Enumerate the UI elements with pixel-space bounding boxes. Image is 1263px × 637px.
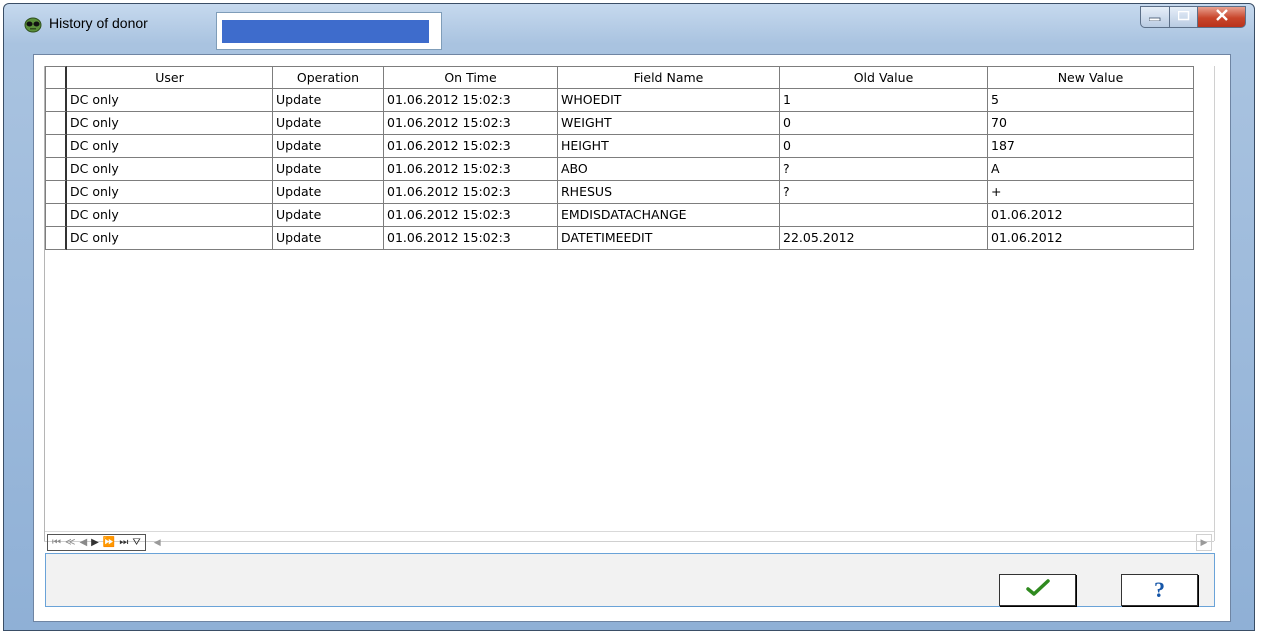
history-grid[interactable]: User Operation On Time Field Name Old Va… bbox=[45, 66, 1194, 250]
ok-button[interactable] bbox=[999, 574, 1076, 606]
prior-record-icon[interactable]: ◀ bbox=[79, 535, 87, 550]
cell-on-time[interactable]: 01.06.2012 15:02:3 bbox=[384, 227, 558, 250]
cell-user[interactable]: DC only bbox=[67, 135, 273, 158]
window-title: History of donor bbox=[49, 15, 148, 31]
cell-operation[interactable]: Update bbox=[273, 204, 384, 227]
close-button[interactable] bbox=[1198, 6, 1246, 28]
checkmark-icon bbox=[1025, 578, 1050, 602]
cell-old-value[interactable]: 0 bbox=[780, 112, 988, 135]
cell-on-time[interactable]: 01.06.2012 15:02:3 bbox=[384, 112, 558, 135]
maximize-icon bbox=[1177, 8, 1190, 26]
cell-new-value[interactable]: 70 bbox=[988, 112, 1194, 135]
cell-new-value[interactable]: 187 bbox=[988, 135, 1194, 158]
cell-field-name[interactable]: RHESUS bbox=[558, 181, 780, 204]
grid-navigator: ⏮ ≪ ◀ ▶ ⏩ ⏭ ⛛ ◀ ▶ bbox=[45, 531, 1214, 552]
cell-old-value[interactable]: ? bbox=[780, 181, 988, 204]
cell-on-time[interactable]: 01.06.2012 15:02:3 bbox=[384, 89, 558, 112]
minimize-button[interactable] bbox=[1140, 6, 1170, 28]
column-header-old-value[interactable]: Old Value bbox=[780, 66, 988, 89]
cell-user[interactable]: DC only bbox=[67, 204, 273, 227]
cell-field-name[interactable]: HEIGHT bbox=[558, 135, 780, 158]
cell-old-value[interactable]: 1 bbox=[780, 89, 988, 112]
cell-field-name[interactable]: EMDISDATACHANGE bbox=[558, 204, 780, 227]
prior-page-icon[interactable]: ≪ bbox=[65, 535, 75, 550]
cell-operation[interactable]: Update bbox=[273, 181, 384, 204]
grid-body: DC only Update 01.06.2012 15:02:3 WHOEDIT 1 5… bbox=[45, 89, 1194, 250]
row-indicator[interactable] bbox=[45, 204, 67, 227]
alien-face-icon bbox=[24, 16, 42, 34]
donor-id-redacted bbox=[222, 20, 429, 43]
row-indicator[interactable] bbox=[45, 112, 67, 135]
cell-on-time[interactable]: 01.06.2012 15:02:3 bbox=[384, 204, 558, 227]
table-row[interactable]: DC only Update 01.06.2012 15:02:3 ABO? A bbox=[45, 158, 1194, 181]
row-indicator[interactable] bbox=[45, 158, 67, 181]
cell-field-name[interactable]: WEIGHT bbox=[558, 112, 780, 135]
minimize-icon bbox=[1148, 8, 1161, 26]
cell-user[interactable]: DC only bbox=[67, 181, 273, 204]
cell-operation[interactable]: Update bbox=[273, 89, 384, 112]
cell-new-value[interactable]: A bbox=[988, 158, 1194, 181]
bottom-panel: ? bbox=[45, 553, 1215, 607]
row-indicator[interactable] bbox=[45, 135, 67, 158]
cell-new-value[interactable]: 01.06.2012 bbox=[988, 227, 1194, 250]
column-header-field-name[interactable]: Field Name bbox=[558, 66, 780, 89]
filter-icon[interactable]: ⛛ bbox=[132, 535, 140, 550]
table-row[interactable]: DC only Update 01.06.2012 15:02:3 WEIGHT 0 70 bbox=[45, 112, 1194, 135]
next-record-icon[interactable]: ▶ bbox=[91, 535, 99, 550]
help-icon: ? bbox=[1154, 577, 1165, 602]
cell-user[interactable]: DC only bbox=[67, 89, 273, 112]
column-header-on-time[interactable]: On Time bbox=[384, 66, 558, 89]
cell-field-name[interactable]: DATETIMEEDIT bbox=[558, 227, 780, 250]
cell-old-value[interactable]: 22.05.2012 bbox=[780, 227, 988, 250]
cell-operation[interactable]: Update bbox=[273, 227, 384, 250]
cell-new-value[interactable]: 01.06.2012 bbox=[988, 204, 1194, 227]
column-header-new-value[interactable]: New Value bbox=[988, 66, 1194, 89]
cell-old-value[interactable]: ? bbox=[780, 158, 988, 181]
help-button[interactable]: ? bbox=[1121, 574, 1198, 606]
column-header-user[interactable]: User bbox=[67, 66, 273, 89]
cell-on-time[interactable]: 01.06.2012 15:02:3 bbox=[384, 158, 558, 181]
cell-operation[interactable]: Update bbox=[273, 112, 384, 135]
cell-operation[interactable]: Update bbox=[273, 158, 384, 181]
table-row[interactable]: DC only Update 01.06.2012 15:02:3 HEIGHT 0 18… bbox=[45, 135, 1194, 158]
title-bar[interactable]: History of donor bbox=[4, 4, 1254, 50]
row-indicator[interactable] bbox=[45, 89, 67, 112]
cell-new-value[interactable]: + bbox=[988, 181, 1194, 204]
table-row[interactable]: DC only Update 01.06.2012 15:02:3 WHOEDIT 1 5 bbox=[45, 89, 1194, 112]
row-indicator[interactable] bbox=[45, 181, 67, 204]
grid-header-row: User Operation On Time Field Name Old Va… bbox=[45, 66, 1194, 89]
table-row[interactable]: DC only Update 01.06.2012 15:02:3 EMDISDATA… bbox=[45, 204, 1194, 227]
cell-field-name[interactable]: ABO bbox=[558, 158, 780, 181]
close-icon bbox=[1215, 8, 1228, 26]
cell-field-name[interactable]: WHOEDIT bbox=[558, 89, 780, 112]
client-area: User Operation On Time Field Name Old Va… bbox=[33, 54, 1231, 622]
row-indicator[interactable] bbox=[45, 227, 67, 250]
cell-user[interactable]: DC only bbox=[67, 158, 273, 181]
scroll-right-arrow-icon[interactable]: ▶ bbox=[1196, 534, 1212, 551]
donor-id-field[interactable] bbox=[216, 12, 442, 50]
column-header-operation[interactable]: Operation bbox=[273, 66, 384, 89]
history-window: History of donor User Operation On Time … bbox=[3, 3, 1255, 631]
cell-operation[interactable]: Update bbox=[273, 135, 384, 158]
cell-user[interactable]: DC only bbox=[67, 227, 273, 250]
table-row[interactable]: DC only Update 01.06.2012 15:02:3 RHESUS? + bbox=[45, 181, 1194, 204]
scroll-left-arrow-icon[interactable]: ◀ bbox=[154, 537, 161, 548]
cell-on-time[interactable]: 01.06.2012 15:02:3 bbox=[384, 181, 558, 204]
cell-user[interactable]: DC only bbox=[67, 112, 273, 135]
header-indicator bbox=[45, 66, 67, 89]
first-record-icon[interactable]: ⏮ bbox=[52, 535, 61, 550]
next-page-icon[interactable]: ⏩ bbox=[103, 535, 115, 550]
table-row[interactable]: DC only Update 01.06.2012 15:02:3 DATETIMEE… bbox=[45, 227, 1194, 250]
navigator-buttons: ⏮ ≪ ◀ ▶ ⏩ ⏭ ⛛ bbox=[47, 533, 146, 551]
last-record-icon[interactable]: ⏭ bbox=[119, 535, 128, 550]
maximize-button[interactable] bbox=[1170, 6, 1198, 28]
cell-new-value[interactable]: 5 bbox=[988, 89, 1194, 112]
cell-on-time[interactable]: 01.06.2012 15:02:3 bbox=[384, 135, 558, 158]
cell-old-value[interactable]: 0 bbox=[780, 135, 988, 158]
cell-old-value[interactable] bbox=[780, 204, 988, 227]
